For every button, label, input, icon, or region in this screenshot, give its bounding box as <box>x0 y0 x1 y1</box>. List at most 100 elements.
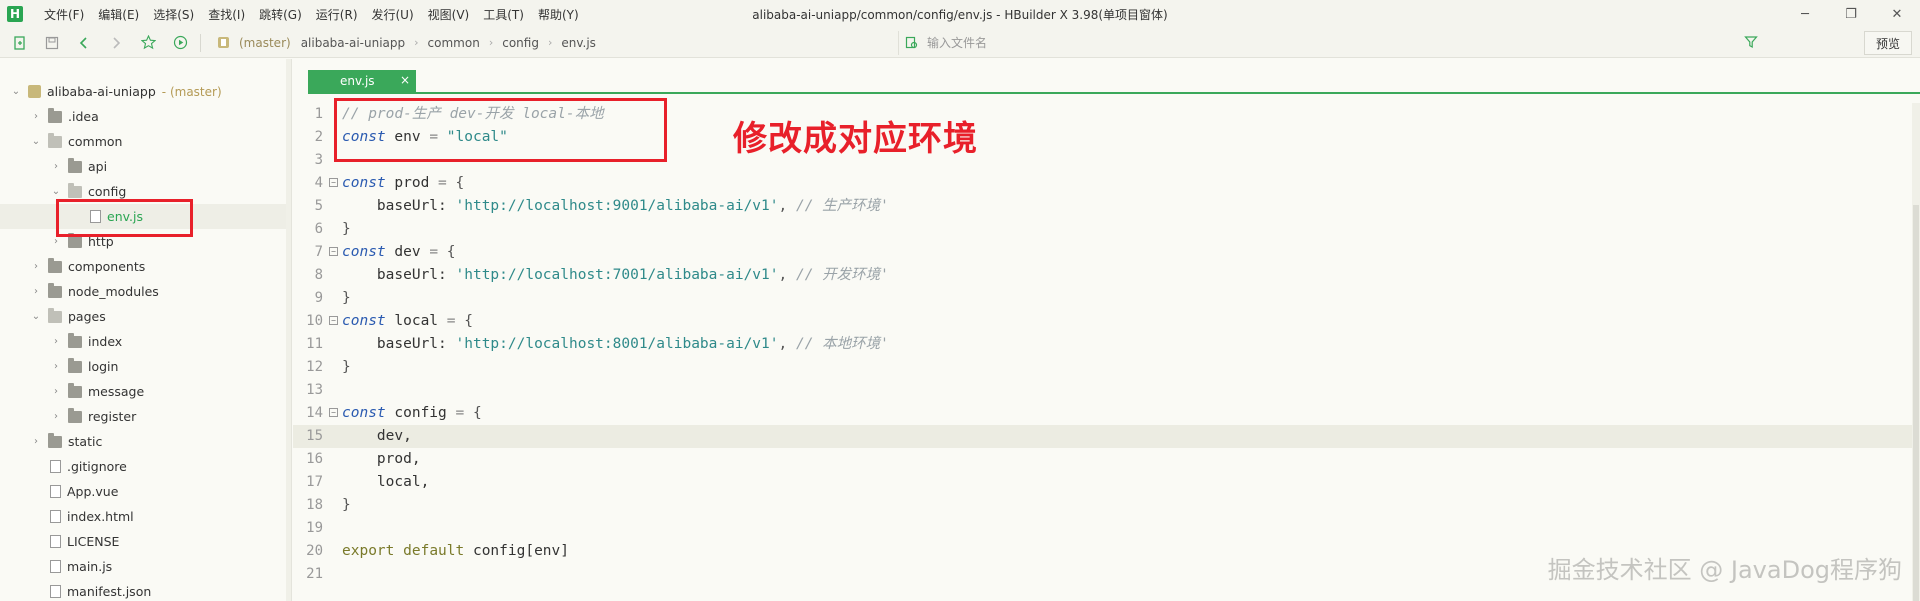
chevron-right-icon[interactable]: › <box>50 361 62 372</box>
code-line[interactable]: 5 baseUrl: 'http://localhost:9001/alibab… <box>293 195 1913 218</box>
chevron-down-icon[interactable]: ⌄ <box>30 311 42 322</box>
menu-item[interactable]: 视图(V) <box>421 6 477 23</box>
new-file-icon[interactable] <box>8 31 32 55</box>
code-line[interactable]: 12} <box>293 356 1913 379</box>
close-button[interactable]: ✕ <box>1874 0 1920 28</box>
code-line[interactable]: 9} <box>293 287 1913 310</box>
breadcrumb-config[interactable]: config <box>502 36 539 50</box>
folder-icon <box>48 282 62 298</box>
tree-file[interactable]: .gitignore <box>0 454 291 479</box>
chevron-right-icon[interactable]: › <box>50 236 62 247</box>
folder-icon <box>48 257 62 273</box>
tree-folder[interactable]: › message <box>0 379 291 404</box>
tree-file[interactable]: App.vue <box>0 479 291 504</box>
back-icon[interactable] <box>72 31 96 55</box>
sidebar-scrollbar[interactable] <box>286 59 291 601</box>
menu-item[interactable]: 编辑(E) <box>91 6 146 23</box>
breadcrumb-project[interactable]: alibaba-ai-uniapp <box>301 36 405 50</box>
file-icon <box>50 460 61 473</box>
chevron-right-icon: › <box>488 36 494 49</box>
highlight-box-env-config <box>334 98 667 162</box>
tree-item-label: api <box>88 159 108 174</box>
chevron-right-icon[interactable]: › <box>30 436 42 447</box>
chevron-right-icon[interactable]: › <box>30 286 42 297</box>
code-line[interactable]: 15 dev, <box>293 425 1913 448</box>
tree-folder[interactable]: ⌄ common <box>0 129 291 154</box>
code-token: = <box>429 244 439 260</box>
folder-icon <box>68 382 82 398</box>
menu-item[interactable]: 跳转(G) <box>252 6 309 23</box>
code-content: baseUrl: 'http://localhost:8001/alibaba-… <box>342 333 889 356</box>
code-token: 'http://localhost:7001/alibaba-ai/v1' <box>455 267 779 283</box>
tree-file[interactable]: manifest.json <box>0 579 291 601</box>
chevron-down-icon[interactable]: ⌄ <box>30 136 42 147</box>
tree-folder[interactable]: › register <box>0 404 291 429</box>
code-token: { <box>464 313 473 329</box>
code-line[interactable]: 18} <box>293 494 1913 517</box>
tree-folder[interactable]: ⌄ pages <box>0 304 291 329</box>
code-token: = <box>446 313 456 329</box>
chevron-right-icon[interactable]: › <box>30 111 42 122</box>
chevron-right-icon[interactable]: › <box>50 386 62 397</box>
minimize-button[interactable]: ─ <box>1782 0 1828 28</box>
code-line[interactable]: 13 <box>293 379 1913 402</box>
code-line[interactable]: 14− const config = { <box>293 402 1913 425</box>
code-line[interactable]: 4− const prod = { <box>293 172 1913 195</box>
breadcrumb-common[interactable]: common <box>428 36 480 50</box>
file-search-input[interactable] <box>927 36 1627 50</box>
code-line[interactable]: 6} <box>293 218 1913 241</box>
editor-scrollbar[interactable] <box>1912 103 1920 601</box>
code-line[interactable]: 10− const local = { <box>293 310 1913 333</box>
menu-item[interactable]: 查找(I) <box>201 6 252 23</box>
code-content: } <box>342 287 351 310</box>
code-line[interactable]: 11 baseUrl: 'http://localhost:8001/aliba… <box>293 333 1913 356</box>
tree-folder[interactable]: › components <box>0 254 291 279</box>
file-icon <box>50 585 61 598</box>
chevron-right-icon[interactable]: › <box>50 411 62 422</box>
tree-folder[interactable]: › node_modules <box>0 279 291 304</box>
fold-icon[interactable]: − <box>329 316 338 325</box>
code-line[interactable]: 17 local, <box>293 471 1913 494</box>
project-name: alibaba-ai-uniapp <box>47 84 156 99</box>
code-line[interactable]: 16 prod, <box>293 448 1913 471</box>
restore-button[interactable]: ❐ <box>1828 0 1874 28</box>
scrollbar-thumb[interactable] <box>1913 205 1919 601</box>
menu-item[interactable]: 帮助(Y) <box>531 6 586 23</box>
tree-folder[interactable]: › login <box>0 354 291 379</box>
tree-folder[interactable]: › .idea <box>0 104 291 129</box>
code-area[interactable]: 1// prod-生产 dev-开发 local-本地 2 const env = … <box>293 103 1920 601</box>
run-icon[interactable] <box>168 31 192 55</box>
menu-item[interactable]: 选择(S) <box>146 6 201 23</box>
fold-icon[interactable]: − <box>329 408 338 417</box>
fold-icon[interactable]: − <box>329 247 338 256</box>
preview-button[interactable]: 预览 <box>1864 31 1912 55</box>
chevron-down-icon[interactable]: ⌄ <box>50 186 62 197</box>
tree-folder[interactable]: › static <box>0 429 291 454</box>
code-line[interactable]: 19 <box>293 517 1913 540</box>
menu-item[interactable]: 工具(T) <box>476 6 531 23</box>
menu-item[interactable]: 发行(U) <box>365 6 421 23</box>
tree-folder[interactable]: › index <box>0 329 291 354</box>
tree-file[interactable]: main.js <box>0 554 291 579</box>
hbuilder-logo-icon[interactable]: H <box>7 6 23 22</box>
tree-file[interactable]: index.html <box>0 504 291 529</box>
project-root[interactable]: ⌄ alibaba-ai-uniapp - (master) <box>0 79 291 104</box>
tree-file[interactable]: LICENSE <box>0 529 291 554</box>
close-icon[interactable]: × <box>400 73 410 87</box>
chevron-right-icon[interactable]: › <box>30 261 42 272</box>
filter-icon[interactable] <box>1744 35 1758 49</box>
fold-icon[interactable]: − <box>329 178 338 187</box>
chevron-right-icon[interactable]: › <box>50 161 62 172</box>
star-icon[interactable] <box>136 31 160 55</box>
menu-item[interactable]: 运行(R) <box>309 6 365 23</box>
save-icon[interactable] <box>40 31 64 55</box>
tab-env-js[interactable]: env.js × <box>308 70 416 92</box>
chevron-right-icon[interactable]: › <box>50 336 62 347</box>
menu-item[interactable]: 文件(F) <box>37 6 91 23</box>
code-line[interactable]: 8 baseUrl: 'http://localhost:7001/alibab… <box>293 264 1913 287</box>
tree-folder[interactable]: › api <box>0 154 291 179</box>
forward-icon[interactable] <box>104 31 128 55</box>
code-line[interactable]: 7− const dev = { <box>293 241 1913 264</box>
breadcrumb-file[interactable]: env.js <box>561 36 596 50</box>
